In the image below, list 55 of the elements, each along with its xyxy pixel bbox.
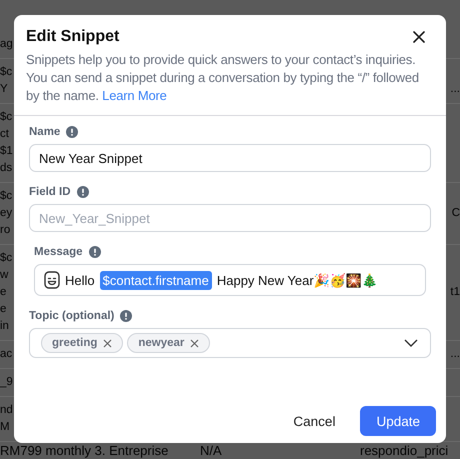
table-text: ey <box>0 207 12 219</box>
table-text: e <box>0 286 6 298</box>
table-text: $c <box>0 252 12 264</box>
input-field[interactable]: New_Year_Snippet <box>29 204 431 232</box>
info-icon <box>66 126 78 138</box>
field-label: Topic (optional) <box>29 310 114 322</box>
message-text: Hello <box>65 272 95 288</box>
table-text: M <box>0 421 10 433</box>
table-text: $1 <box>0 145 13 157</box>
field-label: Message <box>34 246 83 258</box>
dialog-title: Edit Snippet <box>26 28 120 46</box>
tag-label: newyear <box>138 337 184 349</box>
variable-chip: $contact.firstname <box>100 270 212 290</box>
info-icon <box>120 310 132 322</box>
remove-tag-button[interactable] <box>190 338 200 348</box>
table-text: ... <box>450 348 460 360</box>
table-text: nd <box>0 404 13 416</box>
info-icon <box>76 186 89 198</box>
chevron-down-icon <box>404 339 418 347</box>
tag-label: greeting <box>52 337 98 349</box>
table-text: in <box>0 320 9 332</box>
cancel-button[interactable]: Cancel <box>278 406 350 436</box>
field-label: Field ID <box>29 186 71 198</box>
table-text: $c <box>0 111 12 123</box>
table-text: C <box>452 207 460 219</box>
table-text: ro <box>0 224 10 236</box>
table-text: respondio_prici <box>360 443 448 458</box>
table-text: _9 <box>0 376 13 388</box>
table-text: ac <box>0 348 12 360</box>
topic-select[interactable]: greeting newyear <box>29 328 431 358</box>
table-text: $c <box>0 190 12 202</box>
close-icon <box>190 338 200 348</box>
table-text: ag <box>0 38 13 50</box>
table-text: RM799 monthly 3. Entreprise <box>0 443 168 458</box>
table-text: Y <box>0 83 8 95</box>
table-text: N/A <box>200 443 222 458</box>
input-field[interactable]: New Year Snippet <box>29 144 431 172</box>
message-field[interactable]: Hello $contact.firstname Happy New Year🎉🥳🎇🎄 <box>34 264 426 296</box>
table-text: $c <box>0 66 12 78</box>
table-text: w <box>0 269 8 281</box>
table-text: ct <box>0 128 9 140</box>
info-icon <box>88 246 101 258</box>
remove-tag-button[interactable] <box>103 338 112 348</box>
close-icon <box>413 31 425 43</box>
table-text: e <box>0 303 6 315</box>
table-text: ... <box>450 83 460 95</box>
description-text: Snippets help you to provide quick answers to your contact’s inquiries. You can send a snippet during a conversation by typing the “/” followed by the name. Learn More <box>26 51 420 105</box>
close-icon <box>103 338 112 348</box>
table-text: ds <box>0 162 12 174</box>
field-label: Name <box>29 126 60 138</box>
update-button[interactable]: Update <box>360 406 436 436</box>
message-text: Happy New Year🎉🥳🎇🎄 <box>216 272 378 288</box>
table-text: t1 <box>450 286 460 298</box>
smiley-icon <box>44 271 60 289</box>
learn-more-link[interactable]: Learn More <box>102 88 167 103</box>
